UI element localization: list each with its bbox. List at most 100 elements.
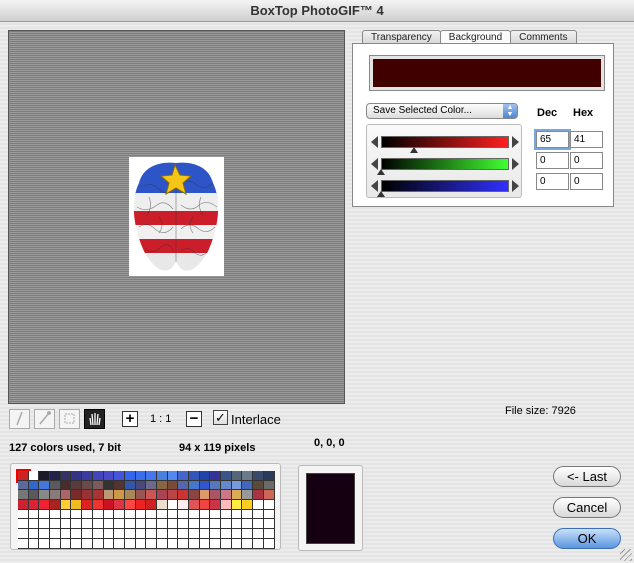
palette-color-cell[interactable] bbox=[50, 480, 61, 491]
palette-color-cell[interactable] bbox=[60, 471, 72, 481]
palette-empty-cell[interactable] bbox=[189, 529, 200, 539]
eyedropper-icon[interactable] bbox=[34, 409, 55, 429]
palette-color-cell[interactable] bbox=[71, 490, 83, 501]
palette-color-cell[interactable] bbox=[92, 500, 104, 510]
palette-empty-cell[interactable] bbox=[253, 529, 264, 539]
palette-color-cell[interactable] bbox=[231, 490, 243, 501]
brain-image[interactable] bbox=[129, 157, 224, 276]
palette-color-cell[interactable] bbox=[18, 490, 29, 501]
background-color-swatch[interactable] bbox=[369, 55, 605, 91]
palette-empty-cell[interactable] bbox=[242, 509, 254, 520]
palette-color-cell[interactable] bbox=[103, 490, 115, 501]
palette-empty-cell[interactable] bbox=[50, 538, 61, 549]
palette-color-cell[interactable] bbox=[210, 471, 222, 481]
green-increase-icon[interactable] bbox=[512, 158, 519, 170]
palette-empty-cell[interactable] bbox=[39, 529, 51, 539]
palette-empty-cell[interactable] bbox=[146, 509, 157, 520]
palette-empty-cell[interactable] bbox=[178, 519, 189, 530]
palette-empty-cell[interactable] bbox=[103, 538, 115, 549]
palette-color-cell[interactable] bbox=[156, 480, 168, 491]
palette-color-cell[interactable] bbox=[221, 490, 232, 501]
palette-color-cell[interactable] bbox=[199, 480, 211, 491]
palette-empty-cell[interactable] bbox=[242, 519, 254, 530]
tab-transparency[interactable]: Transparency bbox=[362, 30, 441, 44]
palette-color-cell[interactable] bbox=[167, 500, 179, 510]
palette-color-cell[interactable] bbox=[71, 471, 83, 481]
palette-empty-cell[interactable] bbox=[114, 529, 125, 539]
palette-empty-cell[interactable] bbox=[221, 519, 232, 530]
palette-empty-cell[interactable] bbox=[199, 519, 211, 530]
palette-empty-cell[interactable] bbox=[263, 519, 275, 530]
palette-color-cell[interactable] bbox=[146, 471, 157, 481]
palette-color-cell[interactable] bbox=[146, 490, 157, 501]
palette-color-cell[interactable] bbox=[199, 471, 211, 481]
palette-color-cell[interactable] bbox=[28, 480, 40, 491]
palette-empty-cell[interactable] bbox=[253, 519, 264, 530]
palette-color-cell[interactable] bbox=[114, 500, 125, 510]
palette-color-cell[interactable] bbox=[189, 490, 200, 501]
red-decrease-icon[interactable] bbox=[371, 136, 378, 148]
palette-empty-cell[interactable] bbox=[60, 519, 72, 530]
palette-color-cell[interactable] bbox=[50, 490, 61, 501]
palette-empty-cell[interactable] bbox=[71, 509, 83, 520]
palette-color-cell[interactable] bbox=[146, 480, 157, 491]
palette-empty-cell[interactable] bbox=[71, 519, 83, 530]
palette-color-cell[interactable] bbox=[253, 500, 264, 510]
palette-color-cell[interactable] bbox=[39, 480, 51, 491]
palette-empty-cell[interactable] bbox=[263, 538, 275, 549]
palette-empty-cell[interactable] bbox=[231, 519, 243, 530]
palette-empty-cell[interactable] bbox=[178, 538, 189, 549]
palette-color-cell[interactable] bbox=[146, 500, 157, 510]
zoom-out-button[interactable]: − bbox=[186, 411, 202, 427]
palette-color-cell[interactable] bbox=[263, 490, 275, 501]
palette-empty-cell[interactable] bbox=[114, 509, 125, 520]
blue-increase-icon[interactable] bbox=[512, 180, 519, 192]
palette-color-cell[interactable] bbox=[60, 490, 72, 501]
palette-empty-cell[interactable] bbox=[124, 538, 136, 549]
palette-empty-cell[interactable] bbox=[156, 509, 168, 520]
red-increase-icon[interactable] bbox=[512, 136, 519, 148]
palette-empty-cell[interactable] bbox=[28, 529, 40, 539]
palette-color-cell[interactable] bbox=[18, 500, 29, 510]
palette-empty-cell[interactable] bbox=[124, 529, 136, 539]
palette-color-cell[interactable] bbox=[242, 500, 254, 510]
palette-empty-cell[interactable] bbox=[50, 509, 61, 520]
palette-color-cell[interactable] bbox=[39, 490, 51, 501]
palette-empty-cell[interactable] bbox=[199, 529, 211, 539]
palette-empty-cell[interactable] bbox=[156, 529, 168, 539]
palette-color-cell[interactable] bbox=[210, 490, 222, 501]
palette-empty-cell[interactable] bbox=[124, 509, 136, 520]
palette-color-cell[interactable] bbox=[135, 490, 147, 501]
palette-grid[interactable] bbox=[16, 469, 275, 549]
palette-color-cell[interactable] bbox=[156, 500, 168, 510]
palette-color-cell[interactable] bbox=[135, 471, 147, 481]
palette-color-cell[interactable] bbox=[189, 471, 200, 481]
palette-empty-cell[interactable] bbox=[253, 538, 264, 549]
palette-empty-cell[interactable] bbox=[39, 519, 51, 530]
palette-empty-cell[interactable] bbox=[28, 519, 40, 530]
palette-color-cell[interactable] bbox=[178, 490, 189, 501]
palette-color-cell[interactable] bbox=[242, 480, 254, 491]
hand-icon[interactable] bbox=[84, 409, 105, 429]
blue-slider-track[interactable] bbox=[381, 180, 509, 192]
interlace-checkbox[interactable]: ✓ bbox=[213, 410, 228, 425]
palette-empty-cell[interactable] bbox=[199, 509, 211, 520]
palette-color-cell[interactable] bbox=[178, 480, 189, 491]
palette-empty-cell[interactable] bbox=[114, 519, 125, 530]
palette-empty-cell[interactable] bbox=[189, 538, 200, 549]
palette-color-cell[interactable] bbox=[124, 490, 136, 501]
palette-color-cell[interactable] bbox=[82, 500, 93, 510]
brush-icon[interactable] bbox=[9, 409, 30, 429]
palette-empty-cell[interactable] bbox=[92, 519, 104, 530]
palette-color-cell[interactable] bbox=[253, 480, 264, 491]
palette-empty-cell[interactable] bbox=[199, 538, 211, 549]
palette-empty-cell[interactable] bbox=[92, 538, 104, 549]
palette-empty-cell[interactable] bbox=[71, 538, 83, 549]
ok-button[interactable]: OK bbox=[553, 528, 621, 549]
palette-color-cell[interactable] bbox=[242, 471, 254, 481]
palette-empty-cell[interactable] bbox=[60, 538, 72, 549]
palette-color-cell[interactable] bbox=[178, 471, 189, 481]
cancel-button[interactable]: Cancel bbox=[553, 497, 621, 518]
palette-color-cell[interactable] bbox=[221, 471, 232, 481]
red-hex-field[interactable]: 41 bbox=[570, 131, 603, 148]
